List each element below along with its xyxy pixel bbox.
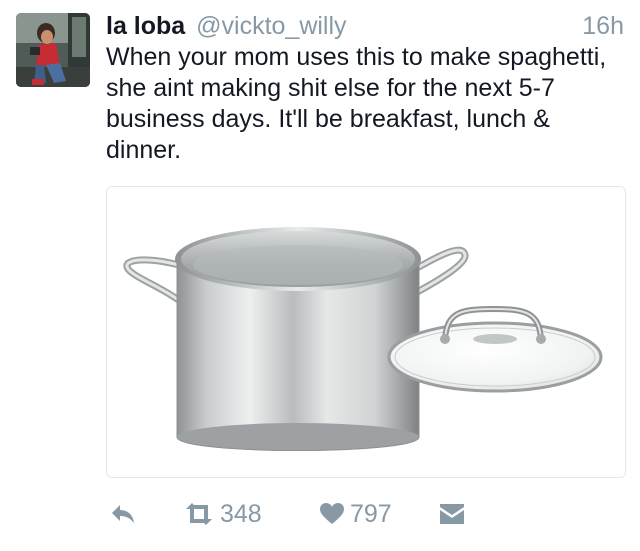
tweet-media-image[interactable] <box>106 186 626 478</box>
reply-button[interactable] <box>110 494 136 534</box>
tweet-actions: 348 797 <box>106 494 626 534</box>
retweet-count: 348 <box>220 499 262 528</box>
tweet-header: la loba @vickto_willy 16h <box>106 10 624 42</box>
reply-icon <box>110 503 136 525</box>
timestamp[interactable]: 16h <box>582 10 624 42</box>
like-button[interactable]: 797 <box>320 494 392 534</box>
username-handle[interactable]: @vickto_willy <box>196 12 346 40</box>
like-count: 797 <box>350 499 392 528</box>
direct-message-icon <box>440 504 464 524</box>
avatar-image <box>16 13 90 87</box>
avatar[interactable] <box>16 13 90 87</box>
retweet-icon <box>184 503 214 525</box>
direct-message-button[interactable] <box>440 494 464 534</box>
display-name[interactable]: la loba <box>106 12 185 40</box>
heart-icon <box>320 503 344 525</box>
tweet-text: When your mom uses this to make spaghett… <box>106 43 607 164</box>
retweet-button[interactable]: 348 <box>184 494 262 534</box>
stockpot-image <box>123 227 603 451</box>
